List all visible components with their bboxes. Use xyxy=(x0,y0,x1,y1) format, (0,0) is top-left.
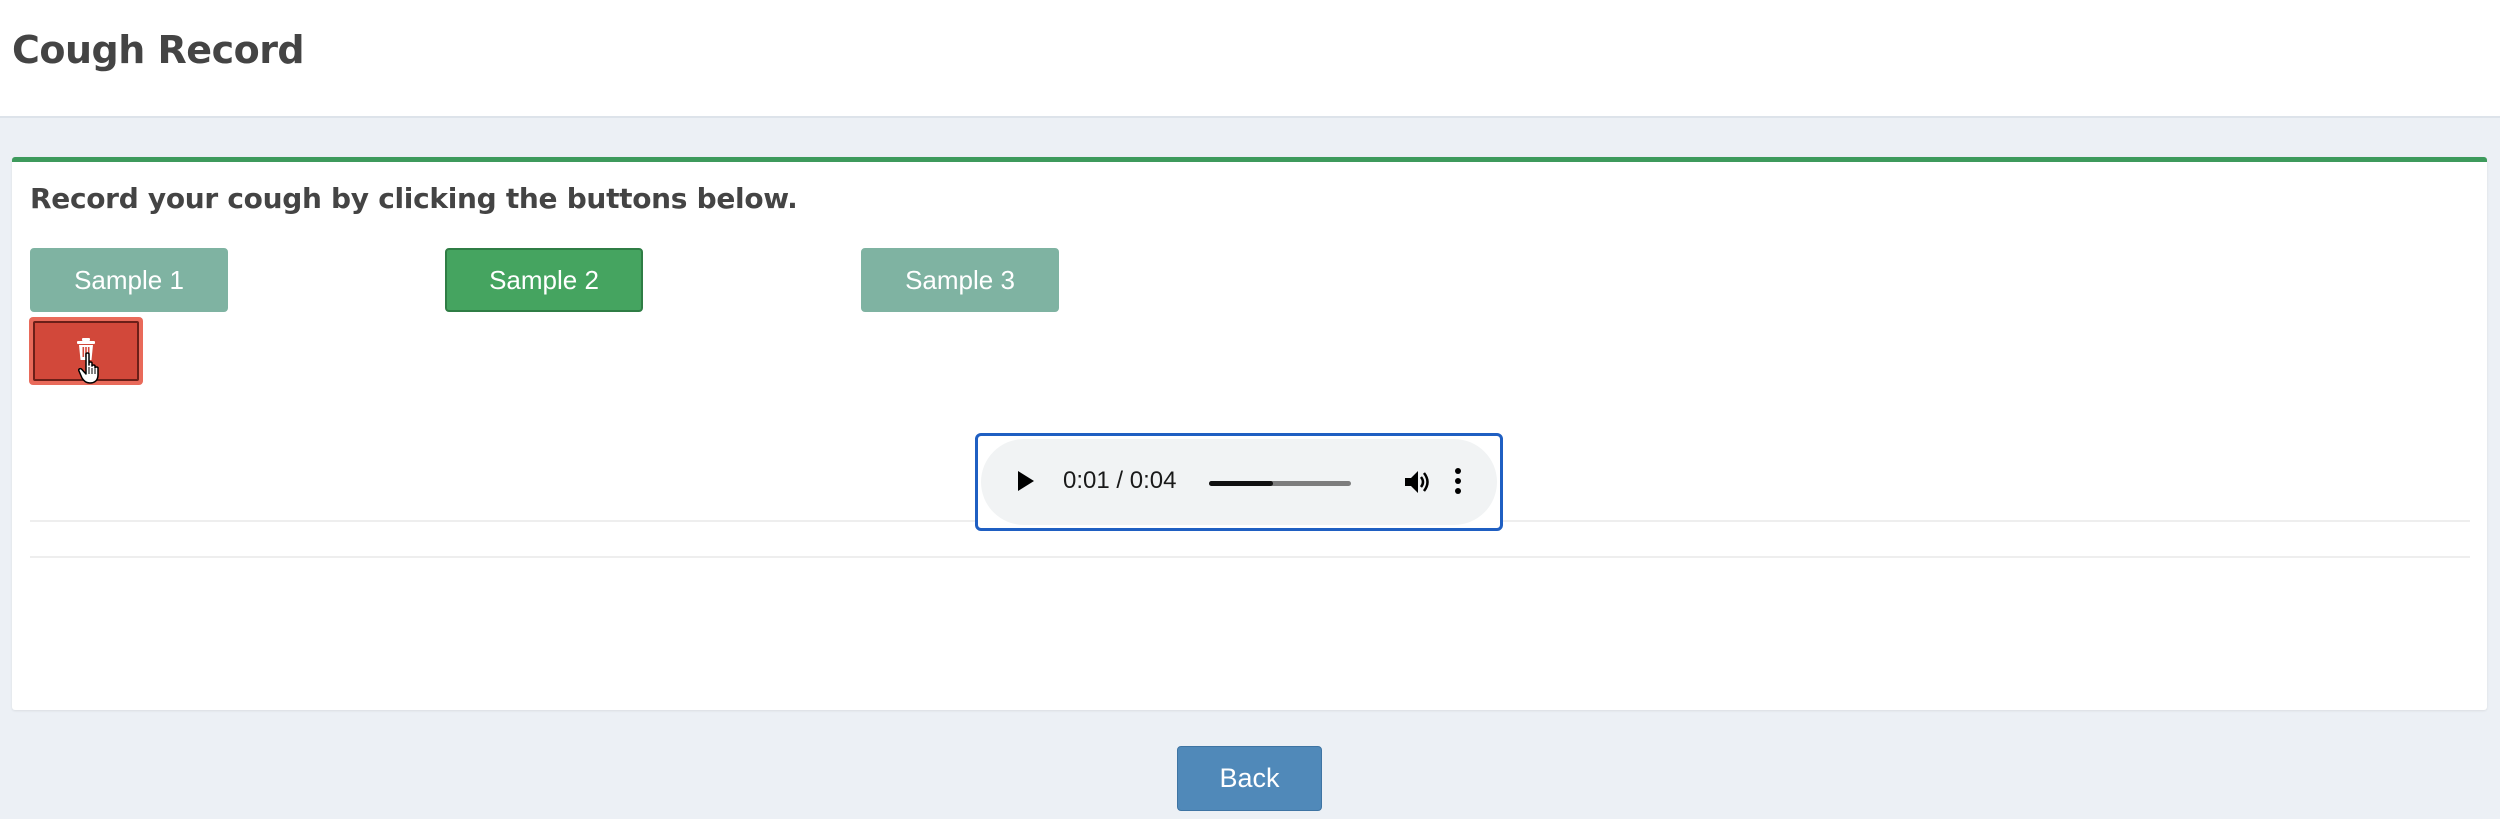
volume-icon[interactable] xyxy=(1402,467,1432,502)
sample-2-button[interactable]: Sample 2 xyxy=(445,248,643,312)
sample-3-button[interactable]: Sample 3 xyxy=(861,248,1059,312)
audio-player[interactable]: 0:01 / 0:04 xyxy=(975,433,1503,531)
hand-pointer-cursor-icon xyxy=(78,352,104,389)
audio-progress-slider[interactable] xyxy=(1209,481,1351,486)
audio-progress-fill xyxy=(1209,481,1273,486)
audio-controls: 0:01 / 0:04 xyxy=(981,439,1497,525)
more-options-icon[interactable] xyxy=(1454,466,1462,501)
page-header: Cough Record xyxy=(0,0,2500,118)
sample-1-button[interactable]: Sample 1 xyxy=(30,248,228,312)
page-title: Cough Record xyxy=(12,28,305,72)
time-display: 0:01 / 0:04 xyxy=(1063,467,1177,494)
play-icon[interactable] xyxy=(1017,470,1035,497)
instruction-text: Record your cough by clicking the button… xyxy=(30,182,798,215)
back-button[interactable]: Back xyxy=(1177,746,1322,811)
divider xyxy=(30,556,2470,558)
